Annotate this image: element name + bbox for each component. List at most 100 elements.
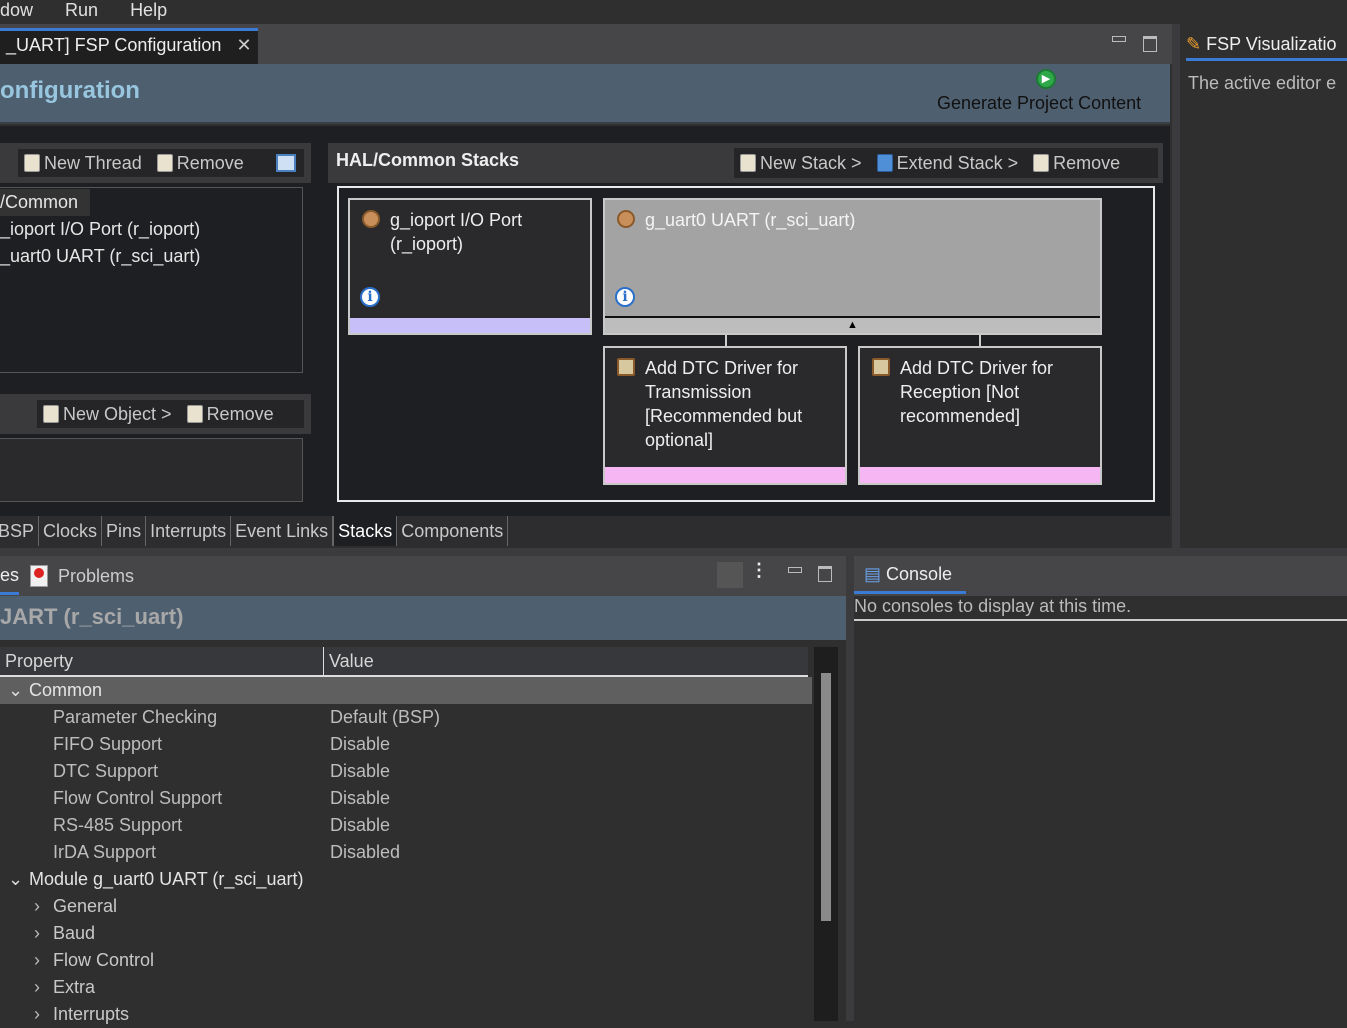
maximize-icon[interactable]: [1143, 36, 1157, 52]
remove-stack-button[interactable]: Remove: [1033, 148, 1120, 178]
property-name: RS-485 Support: [53, 815, 183, 835]
property-value[interactable]: Disabled: [330, 839, 400, 866]
table-row[interactable]: › Interrupts: [0, 1001, 812, 1028]
generate-project-content-button[interactable]: Generate Project Content: [937, 93, 1141, 114]
chevron-right-icon[interactable]: ›: [34, 893, 40, 920]
close-icon[interactable]: ✕: [236, 35, 251, 55]
menu-help[interactable]: Help: [130, 0, 167, 20]
sash[interactable]: [0, 548, 1347, 556]
minimize-icon[interactable]: [1112, 36, 1126, 42]
property-value[interactable]: Default (BSP): [330, 704, 440, 731]
collapse-all-icon[interactable]: [276, 154, 296, 172]
tree-item[interactable]: _uart0 UART (r_sci_uart): [0, 243, 302, 270]
dependency-dtc-reception[interactable]: Add DTC Driver for Reception [Not recomm…: [858, 346, 1102, 485]
dependency-status-bar: [860, 467, 1100, 483]
tab-clocks[interactable]: Clocks: [39, 516, 103, 546]
console-message: No consoles to display at this time.: [854, 596, 1347, 621]
add-driver-icon: [617, 358, 635, 376]
stacks-toolbar: HAL/Common Stacks New Stack > Extend Sta…: [328, 143, 1163, 183]
extend-stack-button[interactable]: Extend Stack >: [876, 148, 1018, 178]
tab-stacks[interactable]: Stacks: [333, 516, 398, 546]
table-row[interactable]: › General: [0, 893, 812, 920]
table-row[interactable]: › Extra: [0, 974, 812, 1001]
properties-title: JART (r_sci_uart): [0, 596, 846, 640]
remove-icon: [186, 405, 203, 423]
new-thread-icon: [24, 154, 40, 172]
scrollbar[interactable]: [814, 647, 838, 1021]
view-menu-icon[interactable]: ⋮: [750, 560, 768, 581]
maximize-icon[interactable]: [818, 566, 832, 582]
chevron-down-icon[interactable]: ⌄: [8, 677, 23, 704]
tree-item[interactable]: /Common: [0, 189, 90, 216]
new-stack-button[interactable]: New Stack >: [740, 148, 862, 178]
editor-tab[interactable]: _UART] FSP Configuration ✕: [0, 28, 258, 64]
chevron-down-icon[interactable]: ⌄: [8, 866, 23, 893]
menu-run[interactable]: Run: [65, 0, 98, 20]
new-object-button[interactable]: New Object >: [43, 400, 172, 428]
table-row[interactable]: RS-485 Support Disable: [0, 812, 812, 839]
dependency-dtc-transmission[interactable]: Add DTC Driver for Transmission [Recomme…: [603, 346, 847, 485]
table-row[interactable]: ⌄ Module g_uart0 UART (r_sci_uart): [0, 866, 812, 893]
chevron-right-icon[interactable]: ›: [34, 920, 40, 947]
visualization-view: ✎ FSP Visualizatio The active editor e: [1180, 24, 1347, 548]
property-value[interactable]: Disable: [330, 758, 390, 785]
stacks-title: HAL/Common Stacks: [336, 150, 520, 170]
editor-page-tabs: BSP Clocks Pins Interrupts Event Links Stacks…: [0, 516, 1170, 547]
chevron-right-icon[interactable]: ›: [34, 947, 40, 974]
table-row[interactable]: Flow Control Support Disable: [0, 785, 812, 812]
subgroup-label: Flow Control: [53, 950, 155, 970]
column-property[interactable]: Property: [5, 651, 73, 672]
tab-properties[interactable]: es: [0, 565, 20, 595]
tab-components[interactable]: Components: [397, 516, 509, 546]
menu-bar: dow Run Help: [0, 0, 1347, 24]
console-icon: ▤: [864, 564, 882, 584]
objects-list: [0, 438, 303, 502]
new-stack-icon: [740, 154, 756, 172]
problems-icon: [30, 565, 48, 587]
minimize-icon[interactable]: [788, 567, 802, 573]
menu-window[interactable]: dow: [0, 0, 33, 20]
info-icon[interactable]: i: [360, 287, 380, 307]
module-icon: [617, 210, 635, 228]
add-driver-icon: [872, 358, 890, 376]
collapse-arrow-icon[interactable]: ▲: [605, 316, 1100, 333]
threads-toolbar: New Thread Remove: [0, 143, 311, 183]
pin-icon[interactable]: [717, 562, 743, 588]
tab-console[interactable]: ▤ Console: [854, 564, 966, 594]
table-row[interactable]: ⌄ Common: [0, 677, 812, 704]
module-uart[interactable]: g_uart0 UART (r_sci_uart) i ▲: [603, 198, 1102, 335]
tab-pins[interactable]: Pins: [102, 516, 147, 546]
table-header: Property Value: [0, 647, 808, 677]
sash[interactable]: [1172, 24, 1180, 548]
subgroup-label: Extra: [53, 977, 96, 997]
table-row[interactable]: IrDA Support Disabled: [0, 839, 812, 866]
table-row[interactable]: › Baud: [0, 920, 812, 947]
extend-stack-icon: [876, 154, 893, 172]
tab-event-links[interactable]: Event Links: [231, 516, 334, 546]
sash[interactable]: [846, 556, 854, 1021]
chevron-right-icon[interactable]: ›: [34, 1001, 40, 1028]
play-icon[interactable]: ▶: [1036, 69, 1056, 89]
info-icon[interactable]: i: [615, 287, 635, 307]
property-value[interactable]: Disable: [330, 785, 390, 812]
new-thread-button[interactable]: New Thread: [24, 149, 142, 177]
remove-thread-button[interactable]: Remove: [156, 149, 244, 177]
module-icon: [362, 210, 380, 228]
module-ioport[interactable]: g_ioport I/O Port (r_ioport) i: [348, 198, 592, 335]
threads-tree: /Common _ioport I/O Port (r_ioport) _uar…: [0, 187, 303, 373]
tab-interrupts[interactable]: Interrupts: [146, 516, 232, 546]
column-value[interactable]: Value: [329, 651, 374, 672]
table-row[interactable]: FIFO Support Disable: [0, 731, 812, 758]
visualization-tab[interactable]: ✎ FSP Visualizatio: [1186, 34, 1347, 61]
subgroup-label: Interrupts: [53, 1004, 130, 1024]
property-value[interactable]: Disable: [330, 812, 390, 839]
table-row[interactable]: Parameter Checking Default (BSP): [0, 704, 812, 731]
remove-object-button[interactable]: Remove: [186, 400, 274, 428]
chevron-right-icon[interactable]: ›: [34, 974, 40, 1001]
table-row[interactable]: › Flow Control: [0, 947, 812, 974]
table-row[interactable]: DTC Support Disable: [0, 758, 812, 785]
tree-item[interactable]: _ioport I/O Port (r_ioport): [0, 216, 302, 243]
tab-bsp[interactable]: BSP: [0, 516, 40, 546]
tab-problems[interactable]: Problems: [58, 566, 134, 587]
property-value[interactable]: Disable: [330, 731, 390, 758]
